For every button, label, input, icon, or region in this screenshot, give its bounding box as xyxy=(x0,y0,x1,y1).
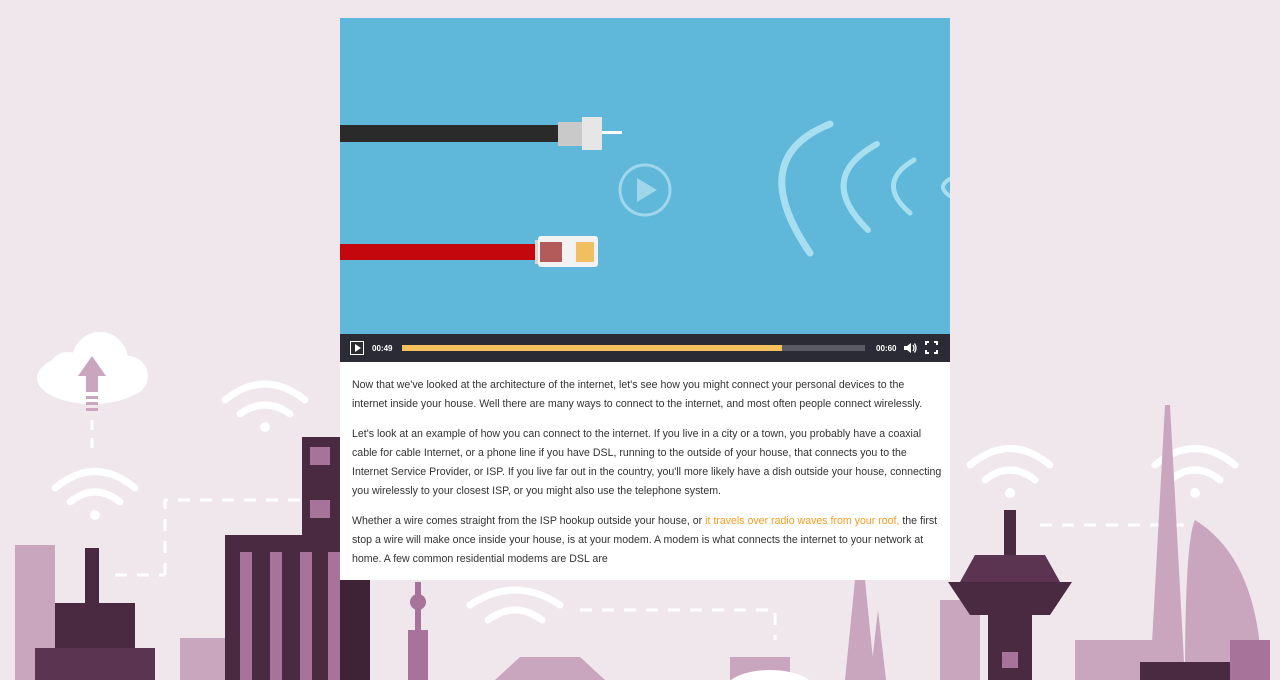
article-text: Now that we've looked at the architectur… xyxy=(352,376,942,580)
ethernet-cable-illustration xyxy=(340,236,598,267)
video-frame-illustration xyxy=(340,117,950,267)
right-buildings xyxy=(940,405,1270,680)
paragraph-3: Whether a wire comes straight from the I… xyxy=(352,512,942,569)
paragraph-1: Now that we've looked at the architectur… xyxy=(352,379,923,410)
play-overlay-icon[interactable] xyxy=(618,163,672,217)
video-player[interactable] xyxy=(340,18,950,334)
play-button[interactable] xyxy=(350,341,364,355)
coaxial-cable-illustration xyxy=(340,117,622,150)
fullscreen-icon[interactable] xyxy=(925,341,938,354)
middle-buildings xyxy=(408,580,886,680)
duration-time: 00:60 xyxy=(876,344,897,353)
paragraph-3-start: Whether a wire comes straight from the I… xyxy=(352,515,706,527)
highlighted-link[interactable]: it travels over radio waves from your ro… xyxy=(705,515,899,527)
progress-bar[interactable] xyxy=(402,345,865,351)
left-buildings xyxy=(15,437,370,680)
play-icon xyxy=(354,344,361,352)
cloud-upload-icon xyxy=(37,332,148,452)
current-time: 00:49 xyxy=(372,344,393,353)
volume-icon[interactable] xyxy=(903,341,917,355)
progress-fill xyxy=(402,345,782,351)
wireless-waves-illustration xyxy=(778,120,950,257)
paragraph-2: Let's look at an example of how you can … xyxy=(352,428,942,497)
